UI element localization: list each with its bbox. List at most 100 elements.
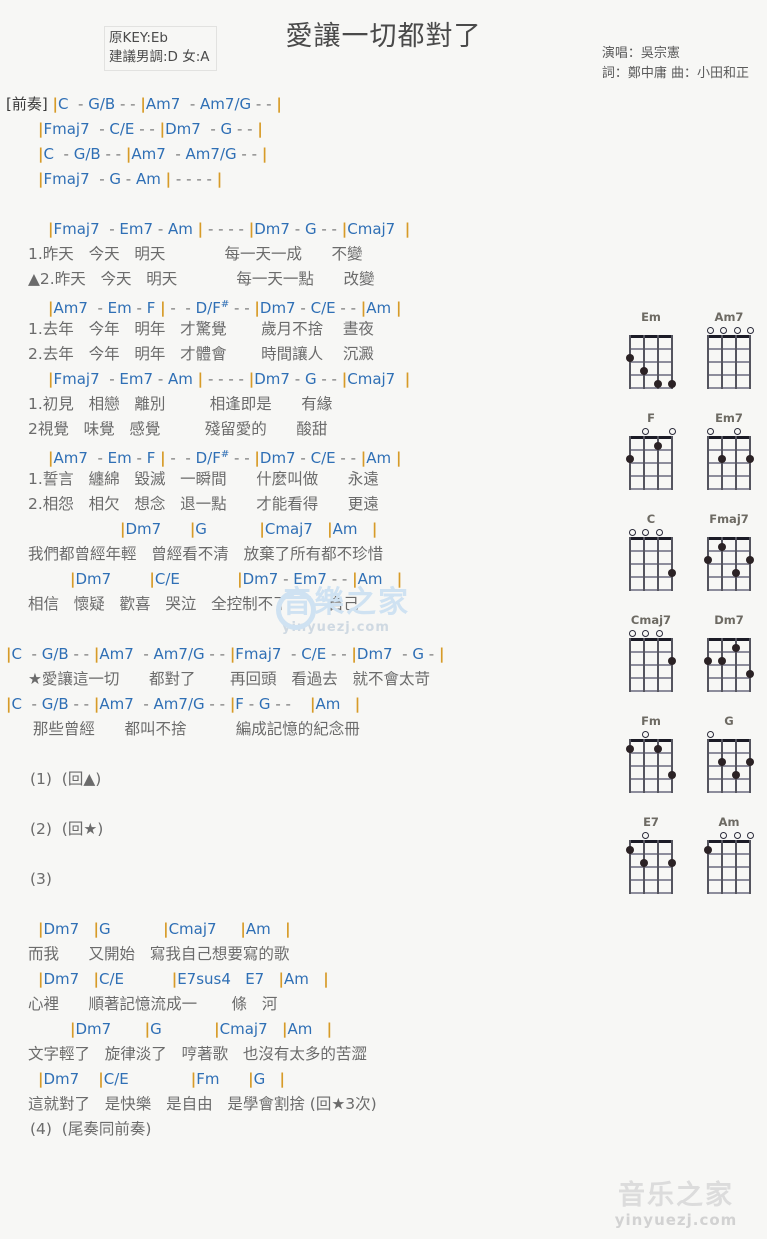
bottom-watermark-text: 音乐之家 bbox=[618, 1180, 734, 1211]
string-line bbox=[671, 840, 673, 894]
finger-dot bbox=[703, 845, 712, 854]
string-line bbox=[749, 335, 751, 389]
chord-diagram-label: E7 bbox=[643, 815, 659, 829]
finger-dot bbox=[731, 770, 740, 779]
chord-line: |C - G/B - - |Am7 - Am7/G - - |F - G - -… bbox=[6, 695, 361, 713]
open-string-markers bbox=[704, 831, 754, 840]
nut bbox=[707, 436, 751, 439]
chord-diagram-label: F bbox=[647, 411, 655, 425]
chord-diagram-dm7: Dm7 bbox=[703, 613, 754, 692]
string-line bbox=[671, 537, 673, 591]
fret-line bbox=[629, 361, 673, 363]
nut bbox=[629, 335, 673, 338]
open-string-markers bbox=[704, 730, 754, 739]
string-line bbox=[707, 739, 709, 793]
chord-diagram-f: F bbox=[625, 411, 676, 490]
lyric-line: 1.去年 今年 明年 才驚覺 歲月不捨 晝夜 bbox=[28, 320, 374, 338]
sheet-header: 原KEY:Eb 建議男調:D 女:A 愛讓一切都對了 演唱：吳宗憲 詞：鄭中庸 … bbox=[0, 0, 767, 92]
nut bbox=[707, 335, 751, 338]
fret-line bbox=[707, 853, 751, 855]
open-string-markers bbox=[626, 831, 676, 840]
fret-line bbox=[629, 589, 673, 591]
string-line bbox=[735, 537, 737, 591]
note-line: (4) (尾奏同前奏) bbox=[30, 1120, 152, 1138]
chord-line: [前奏] |C - G/B - - |Am7 - Am7/G - - | bbox=[6, 95, 282, 113]
finger-dot bbox=[745, 669, 754, 678]
finger-dot bbox=[717, 454, 726, 463]
fret-line bbox=[629, 488, 673, 490]
fret-line bbox=[707, 664, 751, 666]
fret-line bbox=[707, 866, 751, 868]
string-line bbox=[643, 739, 645, 793]
finger-dot bbox=[625, 845, 634, 854]
chord-line: |Dm7 |C/E |Fm |G | bbox=[38, 1070, 286, 1088]
string-line bbox=[749, 436, 751, 490]
fretboard-grid bbox=[629, 638, 676, 692]
string-line bbox=[749, 537, 751, 591]
nut bbox=[707, 739, 751, 742]
string-line bbox=[629, 335, 631, 389]
string-line bbox=[657, 638, 659, 692]
nut bbox=[629, 436, 673, 439]
finger-dot bbox=[653, 744, 662, 753]
chord-diagram-row: F Em7 bbox=[612, 411, 767, 490]
chord-diagram-label: G bbox=[724, 714, 734, 728]
lyric-line: 心裡 順著記憶流成一 條 河 bbox=[28, 995, 278, 1013]
nut bbox=[629, 537, 673, 540]
open-string-circle-icon bbox=[655, 630, 663, 637]
string-line bbox=[721, 638, 723, 692]
lyric-line: 1.初見 相戀 離別 相逢即是 有緣 bbox=[28, 395, 333, 413]
fret-line bbox=[629, 563, 673, 565]
note-line: (1) (回▲) bbox=[30, 770, 102, 788]
nut bbox=[707, 840, 751, 843]
lyric-line: 文字輕了 旋律淡了 哼著歌 也沒有太多的苦澀 bbox=[28, 1045, 367, 1063]
finger-dot bbox=[625, 744, 634, 753]
finger-dot bbox=[703, 555, 712, 564]
open-string-circle-icon bbox=[720, 327, 728, 334]
string-line bbox=[629, 537, 631, 591]
fret-line bbox=[707, 677, 751, 679]
fret-line bbox=[629, 853, 673, 855]
chord-diagram-g: G bbox=[704, 714, 754, 793]
line-spacer bbox=[0, 792, 612, 817]
note-line: (2) (回★) bbox=[30, 820, 104, 838]
fret-line bbox=[707, 475, 751, 477]
open-string-markers bbox=[626, 629, 676, 638]
string-line bbox=[643, 638, 645, 692]
string-line bbox=[657, 840, 659, 894]
open-string-markers bbox=[626, 427, 676, 436]
finger-dot bbox=[667, 568, 676, 577]
chord-diagram-row: E7 Am bbox=[612, 815, 767, 894]
chord-line: |Dm7 |G |Cmaj7 |Am | bbox=[120, 520, 378, 538]
open-string-circle-icon bbox=[629, 630, 636, 637]
chord-line: |C - G/B - - |Am7 - Am7/G - - |Fmaj7 - C… bbox=[6, 645, 445, 663]
open-string-circle-icon bbox=[642, 529, 650, 536]
writer-credit: 詞：鄭中庸 曲：小田和正 bbox=[601, 66, 749, 81]
finger-dot bbox=[625, 353, 634, 362]
fretboard-grid bbox=[707, 739, 754, 793]
string-line bbox=[671, 638, 673, 692]
chord-line: |Am7 - Em - F | - - D/F# - - |Dm7 - C/E … bbox=[48, 449, 402, 467]
open-string-circle-icon bbox=[629, 529, 636, 536]
fret-line bbox=[629, 752, 673, 754]
finger-dot bbox=[717, 757, 726, 766]
finger-dot bbox=[667, 858, 676, 867]
string-line bbox=[749, 638, 751, 692]
fret-line bbox=[629, 892, 673, 894]
finger-dot bbox=[625, 454, 634, 463]
chord-line: |Dm7 |G |Cmaj7 |Am | bbox=[38, 920, 291, 938]
open-string-circle-icon bbox=[707, 428, 714, 435]
chord-line: |Fmaj7 - Em7 - Am | - - - - |Dm7 - G - -… bbox=[48, 370, 411, 388]
chord-diagram-label: Em7 bbox=[715, 411, 743, 425]
fret-line bbox=[707, 765, 751, 767]
fret-line bbox=[707, 348, 751, 350]
string-line bbox=[721, 840, 723, 894]
chord-line: |Am7 - Em - F | - - D/F# - - |Dm7 - C/E … bbox=[48, 299, 402, 317]
chord-line: |Dm7 |C/E |Dm7 - Em7 - - |Am | bbox=[70, 570, 403, 588]
fret-line bbox=[629, 791, 673, 793]
open-string-circle-icon bbox=[746, 327, 754, 334]
fretboard-grid bbox=[625, 436, 673, 490]
string-line bbox=[629, 436, 631, 490]
open-string-circle-icon bbox=[642, 832, 650, 839]
fret-line bbox=[629, 651, 673, 653]
